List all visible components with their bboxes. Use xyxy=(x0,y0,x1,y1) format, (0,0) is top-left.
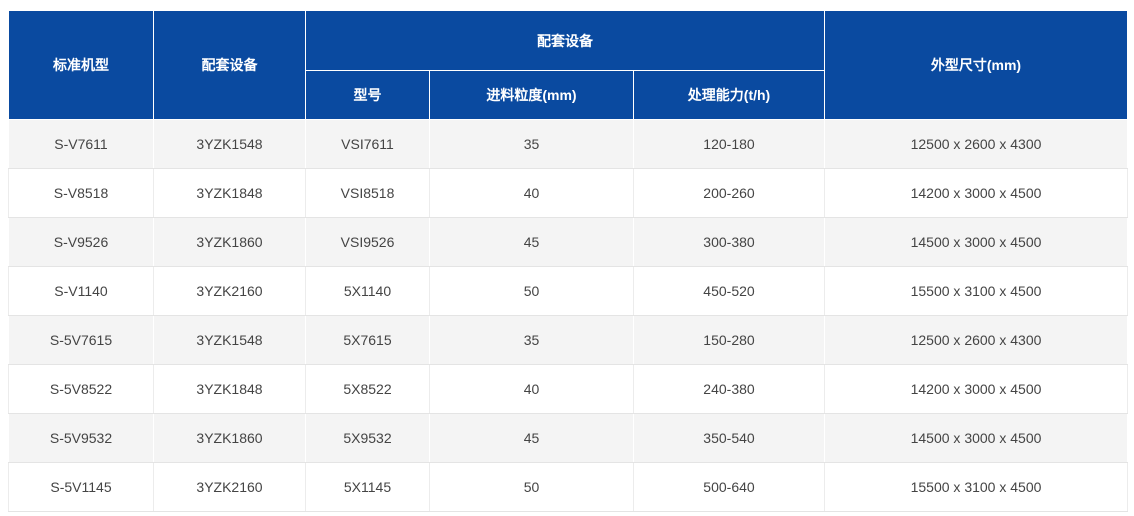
cell-model: VSI8518 xyxy=(305,168,430,218)
cell-model: VSI7611 xyxy=(305,119,430,169)
cell-standard-model: S-5V1145 xyxy=(8,462,154,512)
cell-dimensions: 15500 x 3100 x 4500 xyxy=(824,462,1128,512)
cell-standard-model: S-5V7615 xyxy=(8,315,154,365)
cell-capacity: 120-180 xyxy=(633,119,825,169)
table-row: S-5V7615 3YZK1548 5X7615 35 150-280 1250… xyxy=(8,315,1128,365)
cell-capacity: 500-640 xyxy=(633,462,825,512)
cell-standard-model: S-V1140 xyxy=(8,266,154,316)
cell-dimensions: 14200 x 3000 x 4500 xyxy=(824,168,1128,218)
cell-standard-model: S-V8518 xyxy=(8,168,154,218)
cell-dimensions: 14500 x 3000 x 4500 xyxy=(824,413,1128,463)
cell-standard-model: S-5V8522 xyxy=(8,364,154,414)
table-row: S-V7611 3YZK1548 VSI7611 35 120-180 1250… xyxy=(8,119,1128,169)
cell-feed-size: 50 xyxy=(429,266,634,316)
cell-feed-size: 50 xyxy=(429,462,634,512)
cell-dimensions: 15500 x 3100 x 4500 xyxy=(824,266,1128,316)
cell-model: 5X7615 xyxy=(305,315,430,365)
cell-matching-equipment: 3YZK1860 xyxy=(153,413,306,463)
cell-matching-equipment: 3YZK2160 xyxy=(153,462,306,512)
header-matching-equipment: 配套设备 xyxy=(153,10,306,120)
cell-dimensions: 14200 x 3000 x 4500 xyxy=(824,364,1128,414)
table-row: S-5V9532 3YZK1860 5X9532 45 350-540 1450… xyxy=(8,413,1128,463)
cell-matching-equipment: 3YZK1860 xyxy=(153,217,306,267)
cell-matching-equipment: 3YZK1548 xyxy=(153,315,306,365)
cell-standard-model: S-V7611 xyxy=(8,119,154,169)
cell-capacity: 350-540 xyxy=(633,413,825,463)
table-row: S-5V8522 3YZK1848 5X8522 40 240-380 1420… xyxy=(8,364,1128,414)
cell-capacity: 240-380 xyxy=(633,364,825,414)
cell-dimensions: 12500 x 2600 x 4300 xyxy=(824,315,1128,365)
cell-capacity: 150-280 xyxy=(633,315,825,365)
cell-model: 5X8522 xyxy=(305,364,430,414)
cell-model: VSI9526 xyxy=(305,217,430,267)
cell-standard-model: S-V9526 xyxy=(8,217,154,267)
table-body: S-V7611 3YZK1548 VSI7611 35 120-180 1250… xyxy=(8,119,1128,512)
table-row: S-V8518 3YZK1848 VSI8518 40 200-260 1420… xyxy=(8,168,1128,218)
table-row: S-5V1145 3YZK2160 5X1145 50 500-640 1550… xyxy=(8,462,1128,512)
cell-capacity: 300-380 xyxy=(633,217,825,267)
table-row: S-V9526 3YZK1860 VSI9526 45 300-380 1450… xyxy=(8,217,1128,267)
header-dimensions: 外型尺寸(mm) xyxy=(824,10,1128,120)
cell-dimensions: 12500 x 2600 x 4300 xyxy=(824,119,1128,169)
header-model: 型号 xyxy=(305,70,430,120)
cell-standard-model: S-5V9532 xyxy=(8,413,154,463)
table-row: S-V1140 3YZK2160 5X1140 50 450-520 15500… xyxy=(8,266,1128,316)
cell-feed-size: 45 xyxy=(429,217,634,267)
cell-model: 5X1145 xyxy=(305,462,430,512)
header-capacity: 处理能力(t/h) xyxy=(633,70,825,120)
table-header: 标准机型 配套设备 配套设备 外型尺寸(mm) 型号 进料粒度(mm) 处理能力… xyxy=(8,10,1128,120)
cell-feed-size: 35 xyxy=(429,315,634,365)
cell-matching-equipment: 3YZK1848 xyxy=(153,168,306,218)
header-matching-equipment-group: 配套设备 xyxy=(305,10,825,71)
cell-model: 5X9532 xyxy=(305,413,430,463)
cell-matching-equipment: 3YZK1548 xyxy=(153,119,306,169)
cell-matching-equipment: 3YZK2160 xyxy=(153,266,306,316)
cell-feed-size: 35 xyxy=(429,119,634,169)
cell-capacity: 450-520 xyxy=(633,266,825,316)
spec-table: 标准机型 配套设备 配套设备 外型尺寸(mm) 型号 进料粒度(mm) 处理能力… xyxy=(8,10,1128,512)
cell-matching-equipment: 3YZK1848 xyxy=(153,364,306,414)
spec-table-container: 标准机型 配套设备 配套设备 外型尺寸(mm) 型号 进料粒度(mm) 处理能力… xyxy=(8,10,1128,512)
cell-capacity: 200-260 xyxy=(633,168,825,218)
cell-feed-size: 40 xyxy=(429,168,634,218)
header-feed-size: 进料粒度(mm) xyxy=(429,70,634,120)
cell-model: 5X1140 xyxy=(305,266,430,316)
cell-feed-size: 45 xyxy=(429,413,634,463)
cell-dimensions: 14500 x 3000 x 4500 xyxy=(824,217,1128,267)
cell-feed-size: 40 xyxy=(429,364,634,414)
header-standard-model: 标准机型 xyxy=(8,10,154,120)
